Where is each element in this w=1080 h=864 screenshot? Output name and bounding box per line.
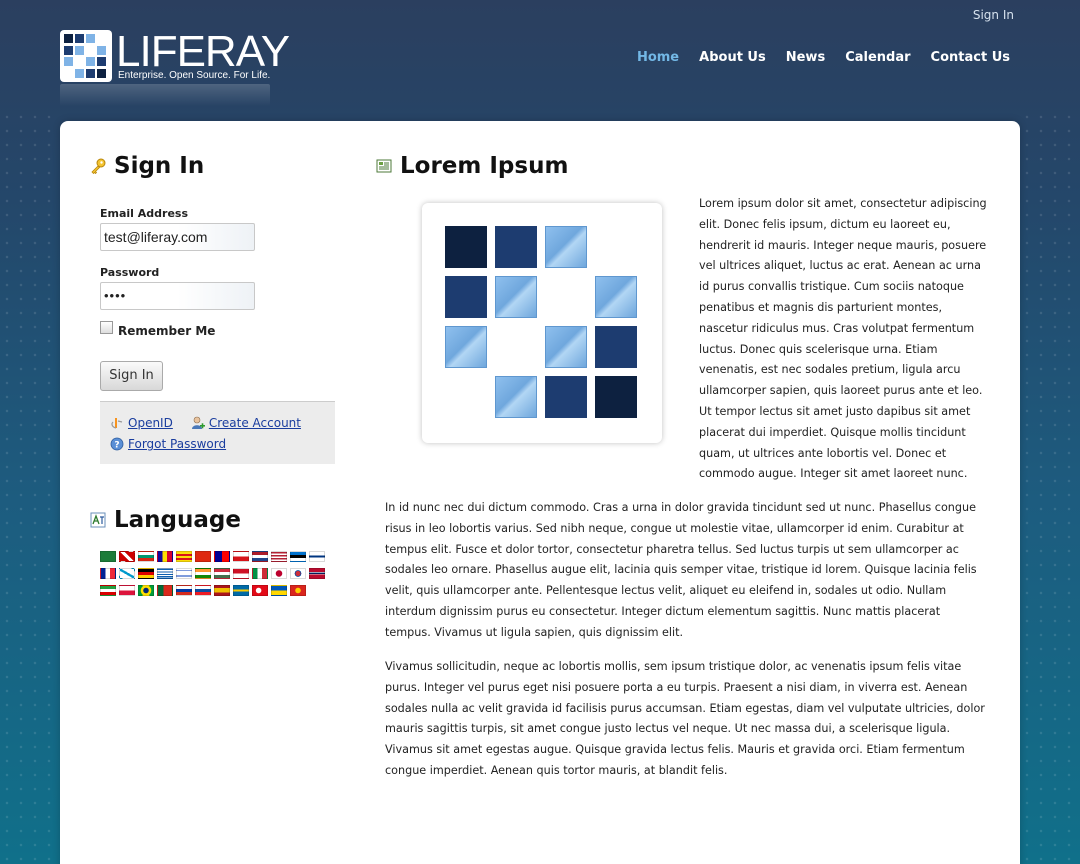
flag-fi-FI-icon[interactable] <box>309 551 325 562</box>
flag-vi-VN-icon[interactable] <box>290 585 306 596</box>
liferay-logo-image <box>422 203 662 443</box>
signin-portlet-title: Sign In <box>90 153 204 179</box>
flag-es-ES-icon[interactable] <box>214 585 230 596</box>
flag-pt-BR-icon[interactable] <box>138 585 154 596</box>
background-pattern-right <box>1020 110 1080 864</box>
nav-contact-us[interactable]: Contact Us <box>931 50 1010 65</box>
openid-icon <box>111 418 123 429</box>
forgot-password-link[interactable]: Forgot Password <box>128 437 226 451</box>
password-field[interactable]: •••• <box>100 282 255 310</box>
signin-title-text: Sign In <box>114 153 205 179</box>
content-paragraph-2: In id nunc nec dui dictum commodo. Cras … <box>385 501 977 639</box>
logo-wordmark: LIFERAY <box>116 27 290 76</box>
openid-link-row: OpenID Create Account <box>110 416 301 430</box>
signin-navigation: OpenID Create Account ? Forgot Password <box>100 401 335 464</box>
header-sign-in-link[interactable]: Sign In <box>973 8 1014 22</box>
content-paragraph-1: Lorem ipsum dolor sit amet, consectetur … <box>699 197 987 481</box>
flag-ca-AD-icon[interactable] <box>157 551 173 562</box>
flag-sk-SK-icon[interactable] <box>195 585 211 596</box>
flag-en-US-icon[interactable] <box>271 551 287 562</box>
content-paragraph-3: Vivamus sollicitudin, neque ac lobortis … <box>385 660 985 777</box>
flag-ko-KR-icon[interactable] <box>290 568 306 579</box>
help-icon: ? <box>110 437 124 451</box>
nav-home[interactable]: Home <box>637 50 679 65</box>
content-title-text: Lorem Ipsum <box>400 153 569 179</box>
sign-in-button[interactable]: Sign In <box>100 361 163 391</box>
flag-it-IT-icon[interactable] <box>252 568 268 579</box>
logo-reflection <box>60 84 270 106</box>
nav-news[interactable]: News <box>786 50 825 65</box>
liferay-logo[interactable]: LIFERAY Enterprise. Open Source. For Lif… <box>60 30 290 110</box>
logo-tagline: Enterprise. Open Source. For Life. <box>118 70 271 81</box>
flag-gl-ES-icon[interactable] <box>119 568 135 579</box>
remember-me-checkbox[interactable] <box>100 321 113 334</box>
web-content-icon <box>376 159 392 173</box>
svg-text:?: ? <box>114 441 119 451</box>
flag-tr-TR-icon[interactable] <box>252 585 268 596</box>
flag-pt-PT-icon[interactable] <box>157 585 173 596</box>
flag-sv-SE-icon[interactable] <box>233 585 249 596</box>
flag-de-DE-icon[interactable] <box>138 568 154 579</box>
create-account-link[interactable]: Create Account <box>209 416 301 430</box>
main-navigation: Home About Us News Calendar Contact Us <box>637 50 1010 65</box>
language-portlet-title: Language <box>90 507 241 533</box>
language-flags <box>100 551 330 602</box>
flag-iw-IL-icon[interactable] <box>176 568 192 579</box>
flag-cs-CZ-icon[interactable] <box>233 551 249 562</box>
nav-calendar[interactable]: Calendar <box>845 50 910 65</box>
flag-ja-JP-icon[interactable] <box>271 568 287 579</box>
flag-ca-ES-icon[interactable] <box>176 551 192 562</box>
flag-nb-NO-icon[interactable] <box>309 568 325 579</box>
remember-me-label: Remember Me <box>118 324 216 338</box>
flag-hu-HU-icon[interactable] <box>214 568 230 579</box>
flag-ru-RU-icon[interactable] <box>176 585 192 596</box>
background-pattern-left <box>0 110 60 864</box>
openid-link[interactable]: OpenID <box>128 416 173 430</box>
flag-fr-FR-icon[interactable] <box>100 568 116 579</box>
content-portlet-title: Lorem Ipsum <box>376 153 568 179</box>
flag-pl-PL-icon[interactable] <box>119 585 135 596</box>
language-title-text: Language <box>114 507 241 533</box>
forgot-password-link-row: ? Forgot Password <box>110 437 226 451</box>
flag-fa-IR-icon[interactable] <box>100 585 116 596</box>
password-label: Password <box>100 266 160 279</box>
create-account-icon <box>191 416 205 429</box>
nav-about-us[interactable]: About Us <box>699 50 766 65</box>
email-label: Email Address <box>100 207 189 220</box>
email-field[interactable]: test@liferay.com <box>100 223 255 251</box>
flag-uk-UA-icon[interactable] <box>271 585 287 596</box>
logo-mark <box>60 30 112 82</box>
flag-el-GR-icon[interactable] <box>157 568 173 579</box>
flag-zh-CN-icon[interactable] <box>195 551 211 562</box>
flag-bg-BG-icon[interactable] <box>138 551 154 562</box>
flag-hi-IN-icon[interactable] <box>195 568 211 579</box>
flag-zh-TW-icon[interactable] <box>214 551 230 562</box>
main-content-panel: Sign In Email Address test@liferay.com P… <box>60 121 1020 864</box>
flag-et-EE-icon[interactable] <box>290 551 306 562</box>
page-header: Sign In LIFERAY Enterprise. Open Source.… <box>0 0 1080 120</box>
flag-in-ID-icon[interactable] <box>233 568 249 579</box>
key-icon <box>91 158 106 174</box>
flag-eu-ES-icon[interactable] <box>119 551 135 562</box>
language-icon <box>90 512 106 528</box>
flag-ar-SA-icon[interactable] <box>100 551 116 562</box>
flag-nl-NL-icon[interactable] <box>252 551 268 562</box>
